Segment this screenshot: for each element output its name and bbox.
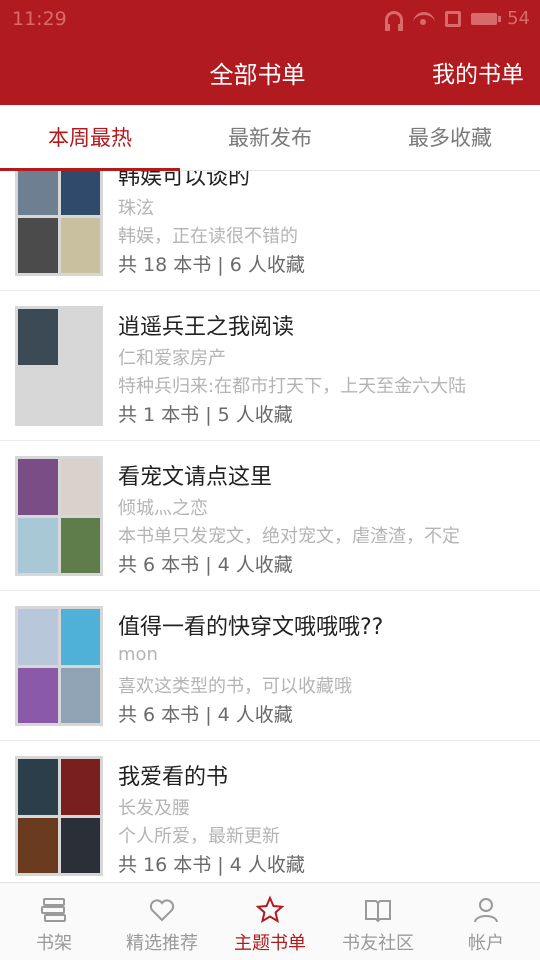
battery-level: 54 <box>507 8 530 29</box>
my-booklists-button[interactable]: 我的书单 <box>432 55 524 89</box>
book-cover <box>18 459 58 515</box>
booklist-title: 我爱看的书 <box>118 765 229 790</box>
booklist-title: 韩娱可以谈的 <box>118 171 251 190</box>
nav-label: 主题书单 <box>234 933 306 954</box>
booklist-author: 倾城灬之恋 <box>118 498 208 519</box>
tab-weekly-hot[interactable]: 本周最热 <box>0 105 180 170</box>
booklist-description: 特种兵归来:在都市打天下，上天至金六大陆 <box>118 376 467 397</box>
booklist-stats: 共 6 本书 | 4 人收藏 <box>118 554 293 576</box>
book-cover <box>18 817 58 873</box>
book-cover <box>60 171 100 215</box>
booklist-covers <box>15 606 103 726</box>
book-cover <box>60 667 100 723</box>
booklist-title: 看宠文请点这里 <box>118 465 273 490</box>
booklist-description: 本书单只发宠文，绝对宠文，虐渣渣，不定 <box>118 526 460 547</box>
booklist-stats: 共 16 本书 | 4 人收藏 <box>118 854 305 876</box>
tab-bar: 本周最热 最新发布 最多收藏 <box>0 105 540 171</box>
book-cover <box>60 817 100 873</box>
status-icons: 54 <box>385 8 530 31</box>
booklist-author: mon <box>118 644 158 665</box>
booklist-author: 珠泫 <box>118 198 154 219</box>
nav-account[interactable]: 帐户 <box>432 883 540 960</box>
booklist-item[interactable]: 我爱看的书 长发及腰 个人所爱，最新更新 共 16 本书 | 4 人收藏 <box>0 741 540 882</box>
status-bar: 11:29 54 <box>0 0 540 36</box>
book-icon <box>365 900 391 923</box>
nav-featured[interactable]: 精选推荐 <box>108 883 216 960</box>
booklist-item[interactable]: 韩娱可以谈的 珠泫 韩娱，正在读很不错的 共 18 本书 | 6 人收藏 <box>0 171 540 291</box>
booklist-covers <box>15 171 103 276</box>
nav-theme-booklists[interactable]: 主题书单 <box>216 883 324 960</box>
booklist-item[interactable]: 逍遥兵王之我阅读 仁和爱家房产 特种兵归来:在都市打天下，上天至金六大陆 共 1… <box>0 291 540 441</box>
heart-icon <box>149 899 175 922</box>
booklist-stats: 共 1 本书 | 5 人收藏 <box>118 404 293 426</box>
status-time: 11:29 <box>12 8 67 30</box>
booklist-description: 个人所爱，最新更新 <box>118 826 280 847</box>
tab-newest[interactable]: 最新发布 <box>180 105 360 170</box>
wifi-icon <box>413 11 436 26</box>
booklist-stats: 共 18 本书 | 6 人收藏 <box>118 254 305 276</box>
booklist-stats: 共 6 本书 | 4 人收藏 <box>118 704 293 726</box>
booklist-covers <box>15 756 103 876</box>
book-cover <box>61 309 101 365</box>
booklist-title: 值得一看的快穿文哦哦哦?? <box>118 615 384 640</box>
book-cover <box>18 368 58 424</box>
booklist-title: 逍遥兵王之我阅读 <box>118 315 295 340</box>
book-cover <box>18 309 58 365</box>
book-cover <box>60 217 100 273</box>
nav-label: 帐户 <box>468 933 504 954</box>
booklist-list[interactable]: 韩娱可以谈的 珠泫 韩娱，正在读很不错的 共 18 本书 | 6 人收藏 逍遥兵… <box>0 171 540 882</box>
user-icon <box>474 898 498 923</box>
book-cover <box>18 517 58 573</box>
booklist-author: 长发及腰 <box>118 798 190 819</box>
book-cover <box>60 517 100 573</box>
book-cover <box>18 171 58 215</box>
book-cover <box>60 759 100 815</box>
booklist-items: 韩娱可以谈的 珠泫 韩娱，正在读很不错的 共 18 本书 | 6 人收藏 逍遥兵… <box>0 171 540 882</box>
booklist-covers <box>15 306 103 426</box>
nav-label: 书架 <box>36 933 72 954</box>
booklist-description: 韩娱，正在读很不错的 <box>118 226 298 247</box>
booklist-item[interactable]: 看宠文请点这里 倾城灬之恋 本书单只发宠文，绝对宠文，虐渣渣，不定 共 6 本书… <box>0 441 540 591</box>
sim-icon <box>445 10 462 27</box>
nav-label: 书友社区 <box>342 933 414 954</box>
headset-icon <box>385 10 404 31</box>
booklist-author: 仁和爱家房产 <box>118 348 226 369</box>
book-cover <box>18 667 58 723</box>
book-cover <box>18 759 58 815</box>
bookshelf-icon <box>41 898 66 922</box>
book-cover <box>60 609 100 665</box>
book-cover <box>18 217 58 273</box>
book-cover <box>60 459 100 515</box>
app-header: 11:29 54 全部书单 我的书单 <box>0 0 540 105</box>
book-cover <box>61 368 101 424</box>
battery-icon <box>471 12 502 25</box>
book-cover <box>18 609 58 665</box>
booklist-covers <box>15 456 103 576</box>
nav-bookshelf[interactable]: 书架 <box>0 883 108 960</box>
bottom-nav: 书架 精选推荐 主题书单 书友社区 帐户 <box>0 882 540 960</box>
booklist-item[interactable]: 值得一看的快穿文哦哦哦?? mon 喜欢这类型的书，可以收藏哦 共 6 本书 |… <box>0 591 540 741</box>
nav-label: 精选推荐 <box>126 933 198 954</box>
star-icon <box>255 895 285 924</box>
nav-community[interactable]: 书友社区 <box>324 883 432 960</box>
booklist-description: 喜欢这类型的书，可以收藏哦 <box>118 676 352 697</box>
tab-most-favorited[interactable]: 最多收藏 <box>360 105 540 170</box>
